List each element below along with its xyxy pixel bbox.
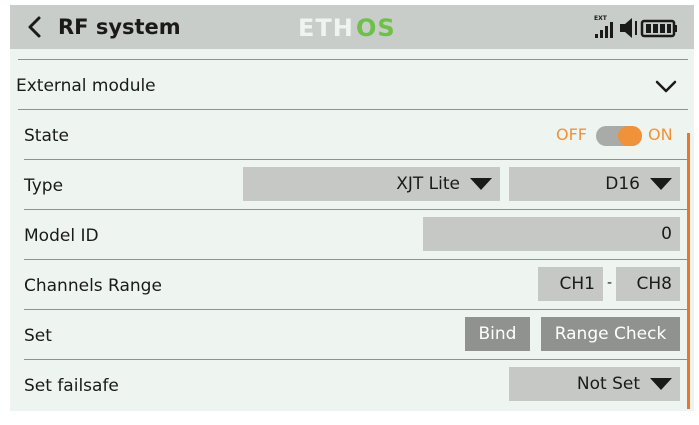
divider <box>18 59 688 60</box>
rf-system-screen: RF system ETH OS EXT External module Sta… <box>10 5 694 411</box>
status-icons: EXT <box>594 15 677 38</box>
header-bar: RF system ETH OS EXT <box>10 5 694 49</box>
model-id-field[interactable]: 0 <box>423 217 680 251</box>
protocol-select[interactable]: D16 <box>509 167 680 201</box>
channel-end-field[interactable]: CH8 <box>616 267 680 301</box>
row-type: Type XJT Lite D16 <box>10 161 694 211</box>
set-label: Set <box>24 326 52 346</box>
failsafe-value: Not Set <box>576 374 640 394</box>
row-channels-range: Channels Range CH1 - CH8 <box>10 261 694 311</box>
model-id-value: 0 <box>661 224 672 244</box>
toggle-on-label: ON <box>648 125 673 144</box>
svg-text:ETH: ETH <box>298 14 354 40</box>
svg-text:OS: OS <box>356 14 396 40</box>
channel-end-value: CH8 <box>636 274 672 294</box>
range-separator: - <box>607 275 613 291</box>
section-external-module[interactable]: External module <box>10 61 694 109</box>
channel-start-field[interactable]: CH1 <box>538 267 603 301</box>
divider <box>18 109 688 110</box>
toggle-off-label: OFF <box>556 125 587 144</box>
page-title: RF system <box>58 15 181 39</box>
dropdown-arrow-icon <box>470 178 492 190</box>
state-label: State <box>24 126 69 146</box>
divider <box>24 159 688 160</box>
set-failsafe-label: Set failsafe <box>24 376 119 396</box>
section-label: External module <box>16 76 156 96</box>
divider <box>24 259 688 260</box>
module-type-value: XJT Lite <box>396 174 460 194</box>
ethos-logo: ETH OS <box>298 14 396 40</box>
back-chevron-icon[interactable] <box>24 15 46 39</box>
range-check-button[interactable]: Range Check <box>541 317 680 351</box>
divider <box>24 359 688 360</box>
state-toggle-group: OFF ON <box>556 111 680 161</box>
ext-signal-icon: EXT <box>594 15 613 38</box>
row-model-id: Model ID 0 <box>10 211 694 261</box>
channels-range-label: Channels Range <box>24 276 162 296</box>
module-type-select[interactable]: XJT Lite <box>243 167 500 201</box>
battery-icon <box>640 19 677 38</box>
dropdown-arrow-icon <box>650 378 672 390</box>
divider <box>24 309 688 310</box>
row-set: Set Bind Range Check <box>10 311 694 361</box>
toggle-knob <box>618 126 642 146</box>
chevron-down-icon[interactable] <box>654 79 678 95</box>
speaker-icon <box>620 18 637 38</box>
channel-start-value: CH1 <box>559 274 595 294</box>
type-label: Type <box>24 176 64 196</box>
svg-text:EXT: EXT <box>594 15 608 22</box>
row-set-failsafe: Set failsafe Not Set <box>10 361 694 411</box>
protocol-value: D16 <box>605 174 640 194</box>
bind-button[interactable]: Bind <box>465 317 530 351</box>
scrollbar[interactable] <box>687 133 690 409</box>
row-state: State OFF ON <box>10 111 694 161</box>
dropdown-arrow-icon <box>650 178 672 190</box>
divider <box>24 209 688 210</box>
failsafe-select[interactable]: Not Set <box>509 367 680 401</box>
model-id-label: Model ID <box>24 226 99 246</box>
state-toggle[interactable] <box>596 126 642 146</box>
